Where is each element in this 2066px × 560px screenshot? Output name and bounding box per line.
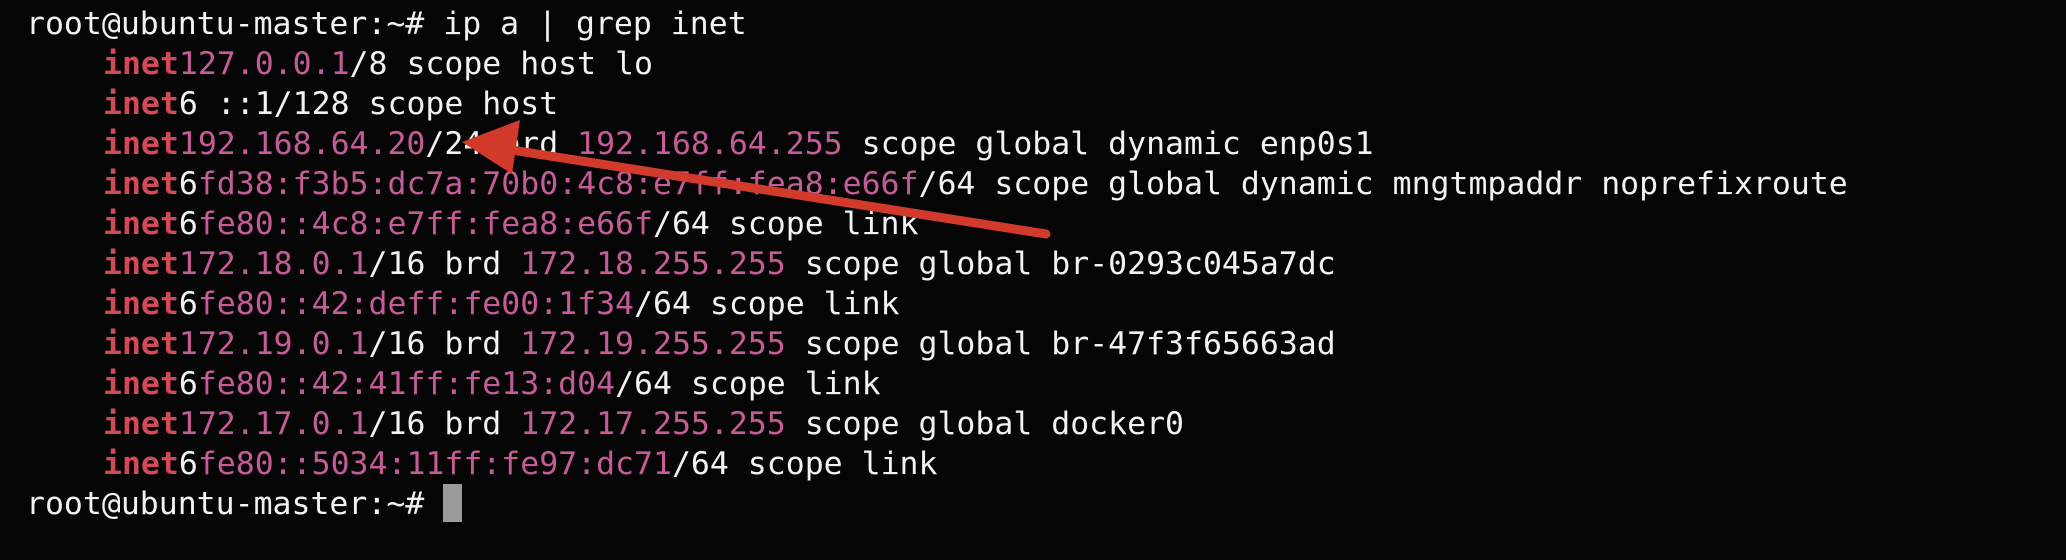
family-keyword: inet — [103, 286, 179, 322]
ip-address: 172.19.0.1 — [178, 326, 369, 362]
output-line: inet6 ::1/128 scope host — [26, 84, 2066, 124]
output-line: inet172.18.0.1/16 brd 172.18.255.255 sco… — [26, 244, 2066, 284]
ip-address: fe80::5034:11ff:fe97:dc71 — [197, 446, 672, 482]
ip-address: fe80::42:41ff:fe13:d04 — [197, 366, 616, 402]
family-keyword: inet — [103, 206, 179, 242]
line-details: /16 brd — [368, 326, 521, 362]
family-keyword: inet — [103, 126, 179, 162]
ip-address: 172.17.0.1 — [178, 406, 369, 442]
line-details: /64 scope global dynamic mngtmpaddr nopr… — [918, 166, 1848, 202]
output-line: inet6fe80::42:deff:fe00:1f34/64 scope li… — [26, 284, 2066, 324]
line-details: /64 scope link — [652, 206, 919, 242]
ipv6-suffix: 6 — [178, 206, 198, 242]
text-cursor — [443, 484, 463, 522]
line-details: /16 brd — [368, 406, 521, 442]
ip-address: 172.18.0.1 — [178, 246, 369, 282]
line-details: /64 scope link — [671, 446, 938, 482]
output-line: inet172.19.0.1/16 brd 172.19.255.255 sco… — [26, 324, 2066, 364]
output-line: inet6fe80::42:41ff:fe13:d04/64 scope lin… — [26, 364, 2066, 404]
ip-address: 127.0.0.1 — [178, 46, 350, 82]
line-details: /24 brd — [425, 126, 578, 162]
output-line: inet192.168.64.20/24 brd 192.168.64.255 … — [26, 124, 2066, 164]
ipv6-suffix: 6 — [178, 286, 198, 322]
family-keyword: inet — [103, 366, 179, 402]
output-line: inet127.0.0.1/8 scope host lo — [26, 44, 2066, 84]
line-scope: scope global dynamic enp0s1 — [842, 126, 1374, 162]
line-details: /64 scope link — [634, 286, 900, 322]
ip-address: 192.168.64.20 — [178, 126, 426, 162]
terminal-window[interactable]: root@ubuntu-master:~# ip a | grep inet i… — [0, 0, 2066, 560]
line-scope: scope global br-0293c045a7dc — [785, 246, 1336, 282]
command-output: inet127.0.0.1/8 scope host lo inet6 ::1/1… — [26, 44, 2066, 484]
ip-address: fe80::42:deff:fe00:1f34 — [197, 286, 635, 322]
command-text: ip a | grep inet — [424, 6, 747, 42]
family-keyword: inet — [103, 166, 179, 202]
broadcast-address: 172.19.255.255 — [520, 326, 786, 362]
output-line: inet172.17.0.1/16 brd 172.17.255.255 sco… — [26, 404, 2066, 444]
output-line: inet6fe80::4c8:e7ff:fea8:e66f/64 scope l… — [26, 204, 2066, 244]
family-keyword: inet — [103, 246, 179, 282]
line-details: ::1/128 scope host — [197, 86, 559, 122]
family-keyword: inet — [103, 406, 179, 442]
ip-address: fe80::4c8:e7ff:fea8:e66f — [197, 206, 653, 242]
broadcast-address: 172.18.255.255 — [520, 246, 786, 282]
broadcast-address: 172.17.255.255 — [520, 406, 786, 442]
family-keyword: inet — [103, 86, 179, 122]
line-details: /64 scope link — [615, 366, 881, 402]
ipv6-suffix: 6 — [178, 166, 198, 202]
output-line: inet6fe80::5034:11ff:fe97:dc71/64 scope … — [26, 444, 2066, 484]
ipv6-suffix: 6 — [178, 366, 198, 402]
command-line: root@ubuntu-master:~# ip a | grep inet — [26, 4, 2066, 44]
ipv6-suffix: 6 — [178, 446, 198, 482]
family-keyword: inet — [103, 446, 179, 482]
line-details: /8 scope host lo — [349, 46, 653, 82]
line-scope: scope global docker0 — [785, 406, 1185, 442]
broadcast-address: 192.168.64.255 — [577, 126, 843, 162]
ipv6-suffix: 6 — [178, 86, 198, 122]
line-details: /16 brd — [368, 246, 521, 282]
output-line: inet6fd38:f3b5:dc7a:70b0:4c8:e7ff:fea8:e… — [26, 164, 2066, 204]
family-keyword: inet — [103, 46, 179, 82]
shell-prompt: root@ubuntu-master:~# — [26, 486, 425, 522]
shell-prompt: root@ubuntu-master:~# — [26, 6, 425, 42]
ip-address: fd38:f3b5:dc7a:70b0:4c8:e7ff:fea8:e66f — [197, 166, 919, 202]
family-keyword: inet — [103, 326, 179, 362]
active-prompt-line[interactable]: root@ubuntu-master:~# — [26, 484, 2066, 524]
line-scope: scope global br-47f3f65663ad — [785, 326, 1336, 362]
